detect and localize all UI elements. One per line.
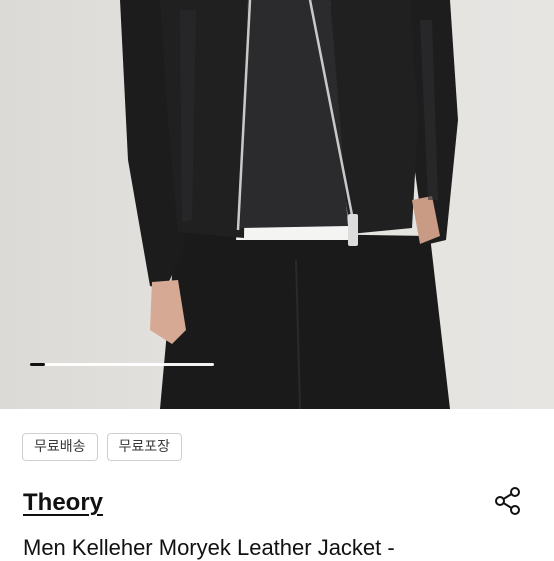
benefit-tags: 무료배송 무료포장 (22, 433, 183, 461)
gallery-progress-thumb (30, 363, 45, 366)
free-shipping-tag: 무료배송 (22, 433, 98, 461)
jacket-photo (120, 0, 458, 409)
free-packaging-tag: 무료포장 (106, 433, 183, 461)
product-image[interactable] (0, 0, 554, 409)
product-title: Men Kelleher Moryek Leather Jacket - (23, 535, 395, 560)
brand-link[interactable]: Theory (23, 489, 103, 517)
share-button[interactable] (492, 485, 524, 517)
share-icon (495, 487, 520, 515)
gallery-progress-bar (30, 363, 214, 366)
